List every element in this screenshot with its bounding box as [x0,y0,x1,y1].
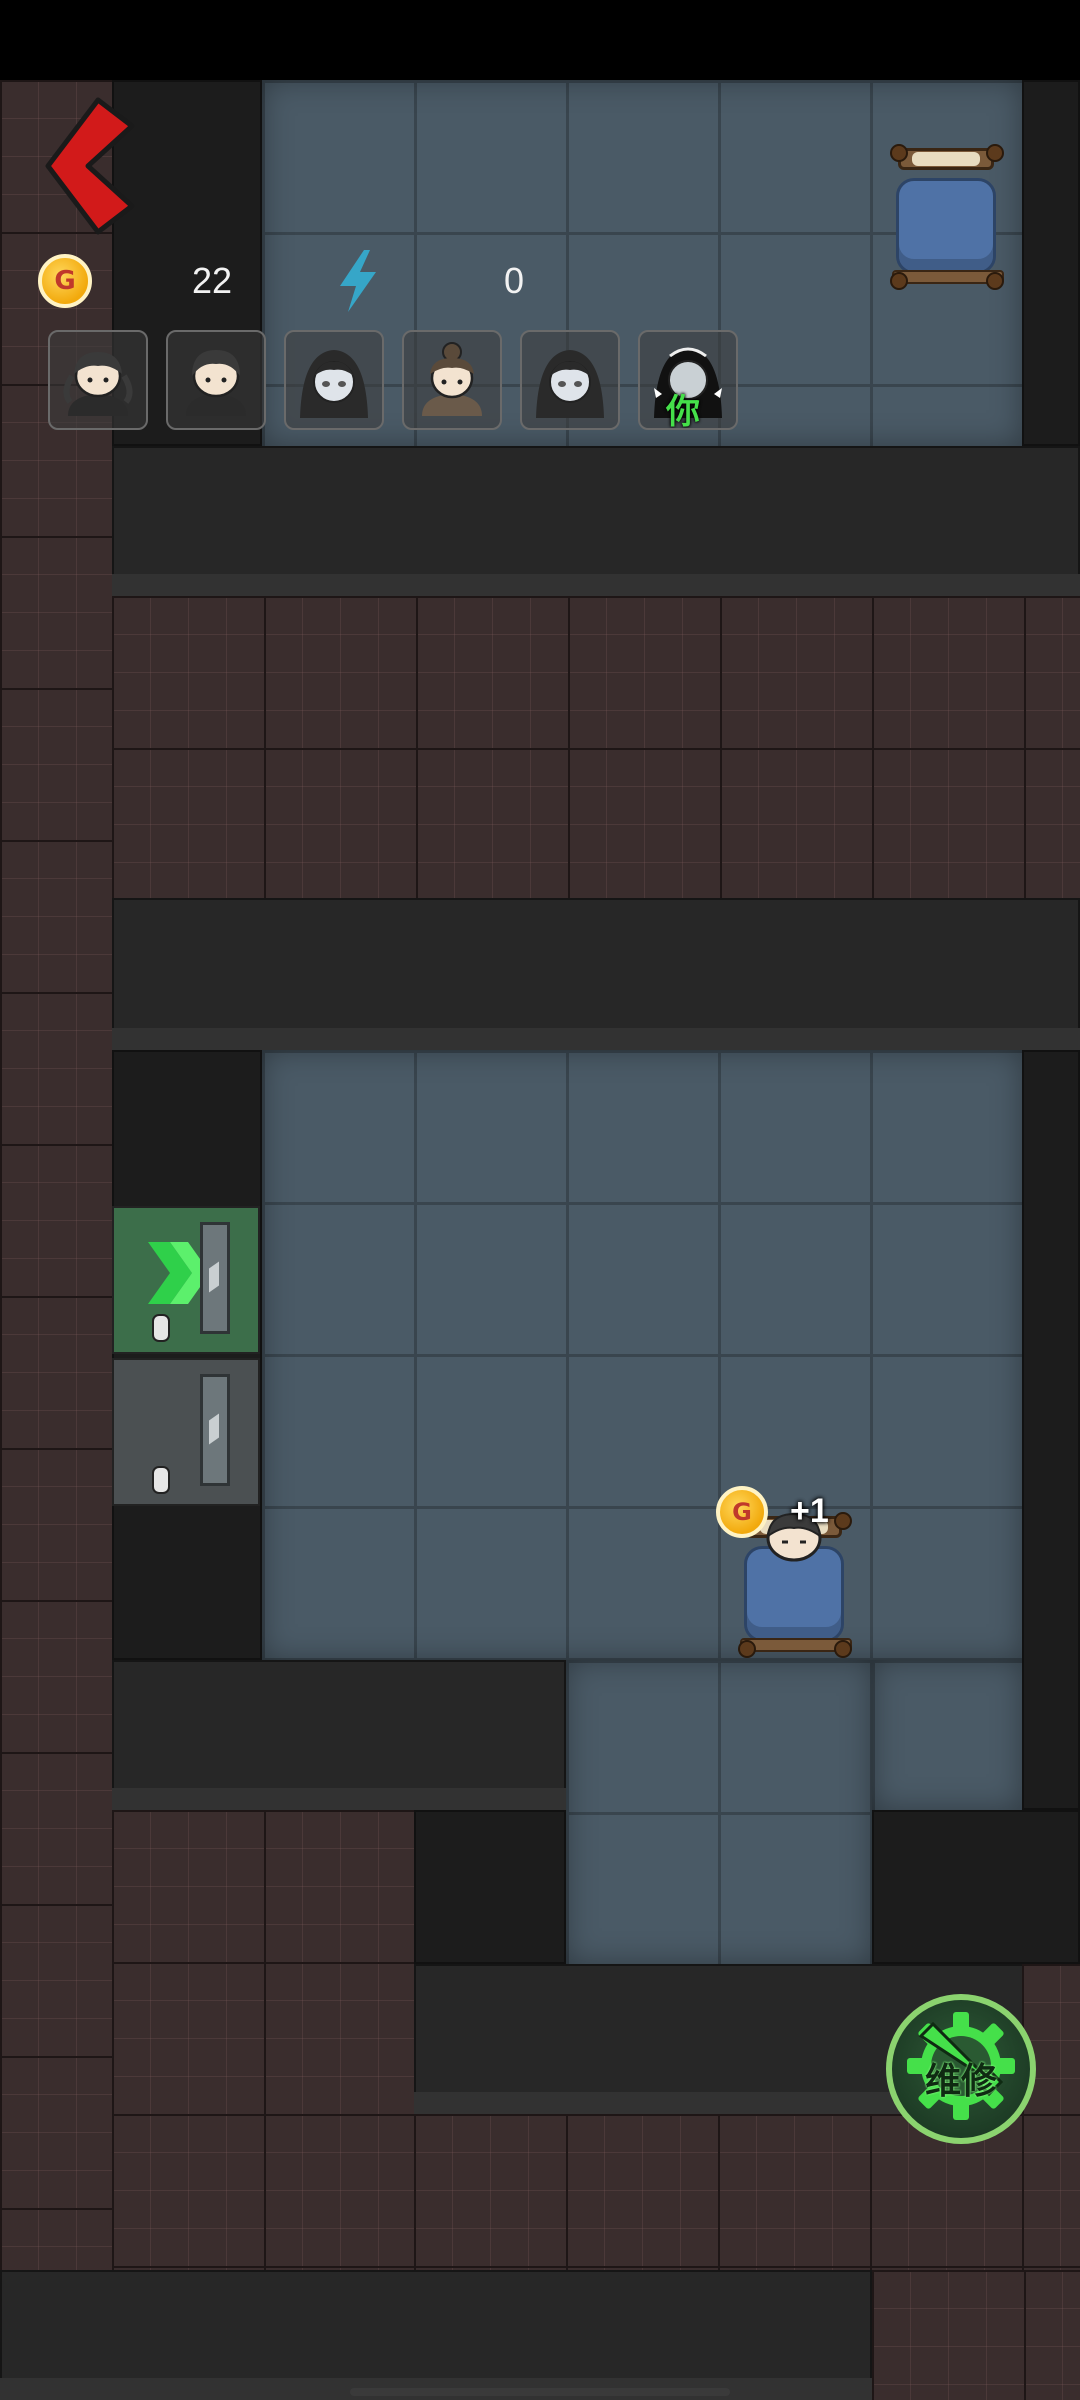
wall-lower-column [414,1810,566,1964]
coin-icon: G [38,254,92,308]
party-member-slot[interactable] [402,330,502,430]
wall-main-room-left [112,1050,262,1660]
coin-count: 22 [192,260,233,301]
door-main-room[interactable] [112,1358,260,1506]
room-main-floor [262,1050,1022,1660]
avatar-ghost-pale-icon [300,350,368,418]
wall-main-room-bottom-left [112,1660,566,1810]
brick-band-middle [112,596,1080,898]
door-knob-icon [152,1466,170,1494]
coin-gain-icon: G [716,1486,768,1538]
party-member-slot-player[interactable]: 你 [638,330,738,430]
avatar-bun-hair-icon [422,342,482,416]
avatar-ghost-pale-icon [536,350,604,418]
wall-top-room-right [1022,80,1080,446]
game-stage: G 22 0 你 G +1 维修 [0,0,1080,2400]
door-knob-icon [152,1314,170,1342]
home-indicator[interactable] [350,2388,730,2396]
you-indicator-label: 你 [666,392,700,430]
repair-label: 维修 [924,2061,997,2102]
repair-button[interactable]: 维修 [886,1994,1036,2144]
door-upgrade[interactable] [112,1206,260,1354]
top-screen-band [0,0,1080,80]
corridor-wall-lower [112,898,1080,1050]
avatar-pigtail-girl-icon [63,352,133,416]
energy-count: 0 [504,260,525,301]
party-member-slot[interactable] [284,330,384,430]
avatar-short-hair-icon [186,350,246,416]
wall-extension-right [872,1810,1080,1964]
party-member-slot[interactable] [166,330,266,430]
back-button[interactable] [40,96,140,236]
bed-top-room[interactable] [890,144,1004,290]
brick-bottom-right [872,2270,1080,2400]
party-member-slot[interactable] [520,330,620,430]
wall-main-room-right [1022,1050,1080,1810]
back-arrow-icon [45,97,135,235]
party-member-slot[interactable] [48,330,148,430]
room-main-extension-right-floor [872,1660,1022,1810]
lightning-icon [340,250,376,312]
room-main-extension-floor [566,1660,872,1964]
corridor-wall-upper [112,446,1080,596]
wall-bottom [0,2270,872,2400]
brick-lower-left [112,1810,414,2270]
coin-gain-text: +1 [790,1492,829,1530]
